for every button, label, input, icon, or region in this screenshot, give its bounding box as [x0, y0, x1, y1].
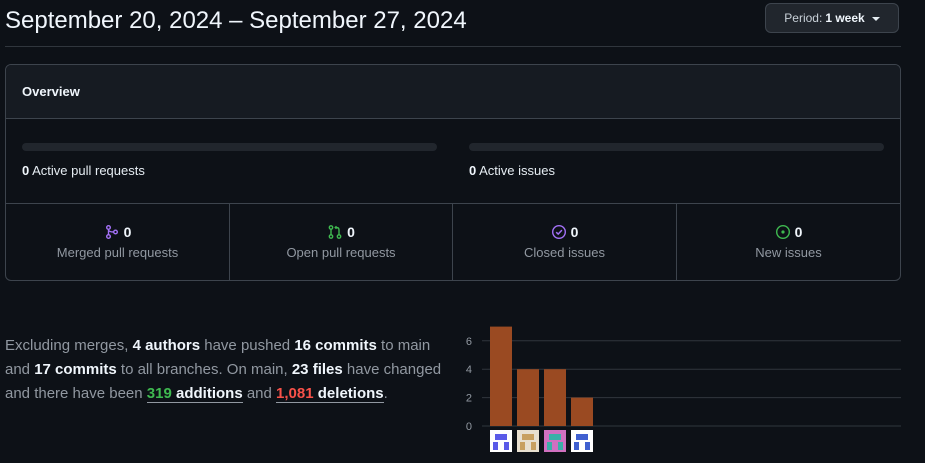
pulse-page: September 20, 2024 – September 27, 2024 …: [0, 0, 925, 463]
active-prs-link[interactable]: 0 Active pull requests: [22, 163, 145, 178]
y-tick-label: 2: [466, 393, 472, 405]
chart-bar[interactable]: [517, 369, 539, 426]
active-prs-progress-bar: [22, 143, 437, 151]
avatar-pattern: [547, 442, 552, 450]
new-issues-count: 0: [794, 224, 803, 240]
merged-pr-icon: [104, 224, 120, 240]
avatar-pattern: [558, 442, 563, 450]
overview-progress-row: 0 Active pull requests 0 Active issues: [6, 119, 900, 204]
y-tick-label: 0: [466, 421, 472, 433]
period-dropdown-button[interactable]: Period: 1 week: [765, 3, 899, 33]
author-avatar[interactable]: [490, 430, 512, 452]
period-value: 1 week: [825, 11, 865, 25]
y-tick-label: 4: [466, 364, 472, 376]
overview-box: Overview 0 Active pull requests 0 Active…: [5, 64, 901, 281]
additions-count: 319: [146, 385, 172, 402]
avatar-pattern: [522, 434, 534, 440]
open-prs-label: Open pull requests: [286, 245, 396, 260]
open-pr-icon: [327, 224, 343, 240]
y-tick-label: 6: [466, 336, 472, 348]
commits-main-count: 16 commits: [294, 337, 377, 354]
stat-open-prs[interactable]: 0 Open pull requests: [230, 204, 453, 280]
open-prs-count: 0: [347, 224, 355, 240]
stat-new-issues[interactable]: 0 New issues: [677, 204, 900, 280]
avatar-pattern: [493, 442, 498, 450]
caret-down-icon: [871, 16, 880, 21]
summary-text: to all branches. On main,: [116, 361, 292, 378]
date-range-title: September 20, 2024 – September 27, 2024: [5, 7, 467, 34]
files-count: 23 files: [291, 361, 343, 378]
commit-summary-text: Excluding merges, 4 authors have pushed …: [5, 334, 453, 406]
summary-text: Excluding merges,: [5, 337, 133, 354]
avatar-pattern: [576, 434, 588, 440]
overview-title: Overview: [6, 65, 900, 119]
closed-issues-label: Closed issues: [524, 245, 605, 260]
author-avatar[interactable]: [544, 430, 566, 452]
avatar-pattern: [495, 434, 507, 440]
additions-label: additions: [176, 385, 243, 402]
closed-issue-icon: [551, 224, 567, 240]
active-issues-link[interactable]: 0 Active issues: [469, 163, 555, 178]
period-prefix: Period:: [784, 11, 823, 25]
summary-text: .: [383, 385, 388, 402]
avatar-pattern: [585, 442, 590, 450]
chart-bar[interactable]: [571, 397, 593, 426]
active-prs-label: Active pull requests: [32, 163, 145, 178]
authors-count: 4 authors: [132, 337, 201, 354]
avatar-pattern: [574, 442, 579, 450]
overview-stats-row: 0 Merged pull requests 0 Open pull reque…: [6, 204, 900, 280]
summary-text: and: [242, 385, 277, 402]
deletions-count: 1,081: [276, 385, 314, 402]
new-issues-label: New issues: [755, 245, 822, 260]
active-issues-progress-bar: [469, 143, 884, 151]
additions-link[interactable]: 319 additions: [146, 385, 243, 403]
author-avatar[interactable]: [571, 430, 593, 452]
deletions-label: deletions: [317, 385, 384, 402]
chart-bar[interactable]: [544, 369, 566, 426]
commits-all-count: 17 commits: [34, 361, 117, 378]
merged-prs-count: 0: [123, 224, 132, 240]
avatar-pattern: [549, 434, 561, 440]
merged-prs-label: Merged pull requests: [56, 245, 179, 260]
active-issues-label: Active issues: [479, 163, 556, 178]
avatar-pattern: [531, 442, 536, 450]
author-avatar[interactable]: [517, 430, 539, 452]
avatar-pattern: [504, 442, 509, 450]
closed-issues-count: 0: [570, 224, 579, 240]
summary-text: have pushed: [200, 337, 295, 354]
contributors-bar-chart: 0 2 4 6: [466, 326, 901, 452]
new-issue-icon: [775, 224, 791, 240]
active-prs-count: 0: [22, 163, 30, 178]
stat-merged-prs[interactable]: 0 Merged pull requests: [6, 204, 230, 280]
header-divider: [5, 46, 901, 47]
stat-closed-issues[interactable]: 0 Closed issues: [453, 204, 677, 280]
deletions-link[interactable]: 1,081 deletions: [276, 385, 384, 403]
chart-bar[interactable]: [490, 326, 512, 426]
avatar-pattern: [520, 442, 525, 450]
active-issues-count: 0: [469, 163, 477, 178]
